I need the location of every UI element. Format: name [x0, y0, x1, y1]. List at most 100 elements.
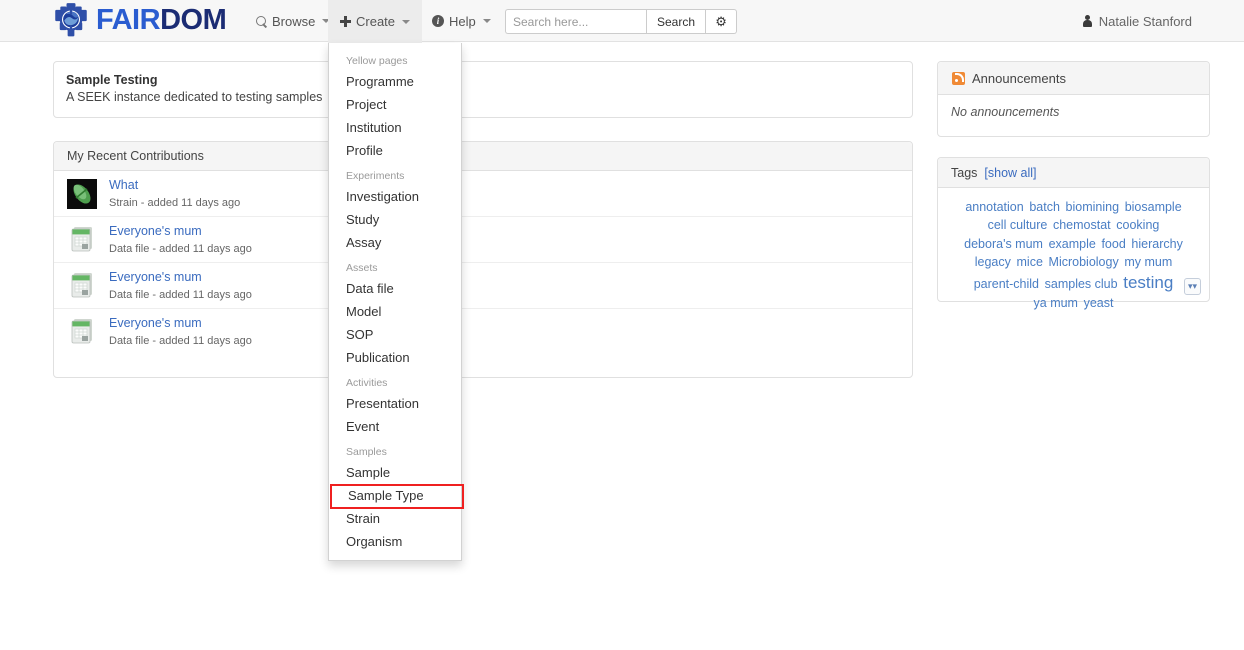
- search-input[interactable]: [505, 9, 646, 34]
- create-dropdown-menu: Yellow pagesProgrammeProjectInstitutionP…: [328, 43, 462, 561]
- tag-link[interactable]: ya mum: [1034, 296, 1078, 310]
- create-menu-item-strain[interactable]: Strain: [329, 508, 461, 531]
- create-menu-item-sample-type[interactable]: Sample Type: [331, 485, 463, 508]
- create-menu-item-institution[interactable]: Institution: [329, 117, 461, 140]
- create-menu-item-programme[interactable]: Programme: [329, 71, 461, 94]
- fairdom-logo-icon: [53, 2, 89, 38]
- contribution-title-link[interactable]: What: [109, 177, 240, 194]
- advanced-search-settings-button[interactable]: ⚙: [706, 9, 737, 34]
- brand-wordmark: FAIRDOM: [96, 2, 226, 38]
- chevron-down-icon: [483, 19, 491, 23]
- contribution-row[interactable]: Everyone's mum Data file - added 11 days …: [54, 309, 912, 355]
- create-menu-group-header: Activities: [329, 370, 461, 393]
- search-group: Search ⚙: [505, 9, 737, 34]
- contribution-row[interactable]: WhatStrain - added 11 days ago: [54, 171, 912, 217]
- contribution-text: Everyone's mum Data file - added 11 days …: [109, 315, 252, 349]
- top-navigation-bar: FAIRDOM Browse Create i Help Search ⚙ Na…: [0, 0, 1244, 42]
- tag-link[interactable]: chemostat: [1053, 218, 1111, 232]
- contribution-title-link[interactable]: Everyone's mum: [109, 315, 252, 332]
- tag-link[interactable]: hierarchy: [1131, 237, 1182, 251]
- tag-link[interactable]: cell culture: [988, 218, 1048, 232]
- contribution-title-link[interactable]: Everyone's mum: [109, 223, 252, 240]
- project-title: Sample Testing: [66, 73, 157, 87]
- recent-contributions-header: My Recent Contributions: [54, 142, 912, 171]
- nav-create-label: Create: [356, 14, 395, 29]
- create-menu-item-presentation[interactable]: Presentation: [329, 393, 461, 416]
- search-icon: [256, 16, 267, 27]
- tag-link[interactable]: samples club: [1045, 277, 1118, 291]
- tag-link[interactable]: Microbiology: [1049, 255, 1119, 269]
- announcements-panel: Announcements No announcements: [937, 61, 1210, 137]
- create-menu-item-organism[interactable]: Organism: [329, 531, 461, 554]
- nav-help-label: Help: [449, 14, 476, 29]
- contribution-meta: Data file - added 11 days ago: [109, 334, 252, 349]
- create-menu-item-sample[interactable]: Sample: [329, 462, 461, 485]
- double-chevron-down-icon: ▾▾: [1188, 282, 1197, 291]
- tag-link[interactable]: testing: [1123, 273, 1173, 292]
- tag-cloud: annotation batch biomining biosample cel…: [938, 188, 1209, 317]
- tag-link[interactable]: mice: [1017, 255, 1043, 269]
- recent-contributions-title: My Recent Contributions: [67, 149, 204, 163]
- create-menu-item-study[interactable]: Study: [329, 209, 461, 232]
- tag-link[interactable]: my mum: [1124, 255, 1172, 269]
- strain-icon: [67, 179, 97, 209]
- tags-expand-button[interactable]: ▾▾: [1184, 278, 1201, 295]
- create-menu-item-sop[interactable]: SOP: [329, 324, 461, 347]
- tag-link[interactable]: legacy: [975, 255, 1011, 269]
- create-menu-group-header: Samples: [329, 439, 461, 462]
- announcements-header: Announcements: [938, 62, 1209, 95]
- tag-link[interactable]: biomining: [1066, 200, 1120, 214]
- create-menu-item-model[interactable]: Model: [329, 301, 461, 324]
- contribution-text: Everyone's mum Data file - added 11 days …: [109, 269, 252, 303]
- contribution-meta: Data file - added 11 days ago: [109, 242, 252, 257]
- avatar-person-icon: [1082, 15, 1093, 27]
- create-menu-item-event[interactable]: Event: [329, 416, 461, 439]
- gear-icon: ⚙: [715, 14, 727, 30]
- brand-fair-text: FAIR: [96, 4, 160, 36]
- tags-panel: Tags [show all] annotation batch biomini…: [937, 157, 1210, 302]
- announcements-empty-message: No announcements: [938, 95, 1209, 129]
- datafile-icon: [67, 225, 97, 255]
- rss-feed-icon: [952, 72, 965, 85]
- create-menu-item-data-file[interactable]: Data file: [329, 278, 461, 301]
- contribution-row[interactable]: Everyone's mum Data file - added 11 days …: [54, 263, 912, 309]
- tag-link[interactable]: debora's mum: [964, 237, 1043, 251]
- tag-link[interactable]: biosample: [1125, 200, 1182, 214]
- nav-browse-label: Browse: [272, 14, 315, 29]
- tag-link[interactable]: cooking: [1116, 218, 1159, 232]
- brand-home-link[interactable]: FAIRDOM: [53, 2, 226, 38]
- plus-icon: [340, 16, 351, 27]
- contribution-meta: Data file - added 11 days ago: [109, 288, 252, 303]
- nav-help-menu[interactable]: i Help: [420, 0, 503, 42]
- tag-link[interactable]: example: [1049, 237, 1096, 251]
- announcements-title: Announcements: [972, 71, 1066, 86]
- create-menu-item-profile[interactable]: Profile: [329, 140, 461, 163]
- tags-header: Tags [show all]: [938, 158, 1209, 188]
- recent-contributions-panel: My Recent Contributions WhatStrain - add…: [53, 141, 913, 378]
- tags-title: Tags: [951, 166, 977, 180]
- search-button[interactable]: Search: [646, 9, 706, 34]
- contribution-text: Everyone's mum Data file - added 11 days …: [109, 223, 252, 257]
- brand-dom-text: DOM: [160, 4, 226, 36]
- datafile-icon: [67, 317, 97, 347]
- tag-link[interactable]: food: [1101, 237, 1125, 251]
- user-account-menu[interactable]: Natalie Stanford: [1082, 0, 1198, 42]
- user-name-label: Natalie Stanford: [1099, 14, 1192, 29]
- chevron-down-icon: [402, 20, 410, 24]
- tag-link[interactable]: parent-child: [974, 277, 1039, 291]
- recent-contributions-list: WhatStrain - added 11 days ago Everyone's…: [54, 171, 912, 355]
- nav-create-menu[interactable]: Create: [328, 0, 422, 43]
- create-menu-item-investigation[interactable]: Investigation: [329, 186, 461, 209]
- create-menu-group-header: Experiments: [329, 163, 461, 186]
- create-menu-group-header: Assets: [329, 255, 461, 278]
- contribution-row[interactable]: Everyone's mum Data file - added 11 days …: [54, 217, 912, 263]
- tags-show-all-link[interactable]: [show all]: [984, 166, 1036, 180]
- tag-link[interactable]: annotation: [965, 200, 1023, 214]
- tag-link[interactable]: yeast: [1084, 296, 1114, 310]
- create-menu-item-project[interactable]: Project: [329, 94, 461, 117]
- tag-link[interactable]: batch: [1029, 200, 1060, 214]
- info-icon: i: [432, 15, 444, 27]
- create-menu-item-assay[interactable]: Assay: [329, 232, 461, 255]
- create-menu-item-publication[interactable]: Publication: [329, 347, 461, 370]
- contribution-title-link[interactable]: Everyone's mum: [109, 269, 252, 286]
